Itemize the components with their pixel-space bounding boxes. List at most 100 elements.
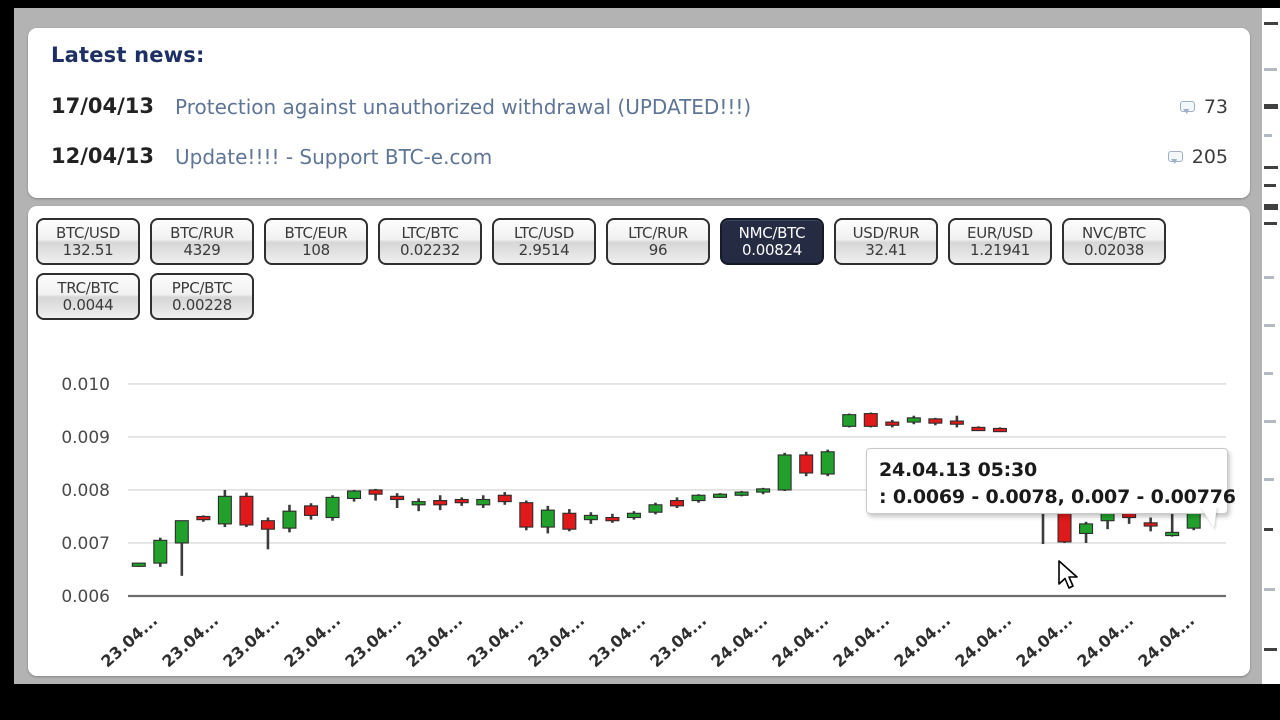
y-axis-tick-label: 0.010 bbox=[61, 375, 110, 395]
pair-button-name: BTC/RUR bbox=[170, 223, 234, 242]
pair-button-name: NMC/BTC bbox=[738, 223, 806, 242]
candle-body bbox=[476, 498, 491, 506]
x-axis-tick-label: 24.04... bbox=[1134, 611, 1198, 668]
candle-body bbox=[562, 512, 577, 530]
pair-button-ltc-rur[interactable]: LTC/RUR 96 bbox=[606, 218, 710, 265]
candle-body bbox=[928, 418, 943, 424]
news-comment-count[interactable]: 73 bbox=[1179, 96, 1228, 118]
pair-button-value: 2.9514 bbox=[518, 240, 570, 259]
candle-body bbox=[390, 495, 405, 501]
pair-button-name: USD/RUR bbox=[852, 223, 920, 242]
page-title: Latest news: bbox=[51, 43, 205, 67]
x-axis-tick-label: 23.04... bbox=[463, 611, 527, 668]
pair-button-value: 132.51 bbox=[62, 240, 114, 259]
candle-body bbox=[842, 414, 857, 427]
candle-body bbox=[519, 502, 534, 528]
tooltip-datetime: 24.04.13 05:30 bbox=[879, 459, 1038, 481]
candle-body bbox=[217, 495, 232, 525]
candle-body bbox=[239, 495, 254, 526]
pair-button-usd-rur[interactable]: USD/RUR 32.41 bbox=[834, 218, 938, 265]
cut-off-sidebar-sliver bbox=[1262, 8, 1280, 684]
candle-body bbox=[885, 421, 900, 426]
candle-body bbox=[454, 498, 469, 504]
candle-body bbox=[411, 501, 426, 506]
pair-button-name: BTC/EUR bbox=[284, 223, 348, 242]
pair-button-name: TRC/BTC bbox=[57, 278, 119, 297]
candle-body bbox=[196, 515, 211, 521]
x-axis-tick-label: 23.04... bbox=[280, 611, 344, 668]
pair-button-btc-eur[interactable]: BTC/EUR 108 bbox=[264, 218, 368, 265]
chart-x-axis-labels: 23.04...23.04...23.04...23.04...23.04...… bbox=[97, 611, 1198, 668]
pair-button-name: LTC/RUR bbox=[628, 223, 688, 242]
candle-body bbox=[347, 490, 362, 499]
pair-button-ltc-usd[interactable]: LTC/USD 2.9514 bbox=[492, 218, 596, 265]
pair-button-name: LTC/BTC bbox=[401, 223, 459, 242]
page-content-column: Latest news: 17/04/13 Protection against… bbox=[14, 8, 1260, 684]
candle-body bbox=[734, 491, 749, 496]
pair-button-name: PPC/BTC bbox=[171, 278, 233, 297]
news-comment-count[interactable]: 205 bbox=[1167, 146, 1228, 168]
news-headline-link[interactable]: Protection against unauthorized withdraw… bbox=[175, 95, 751, 119]
pair-button-nvc-btc[interactable]: NVC/BTC 0.02038 bbox=[1062, 218, 1166, 265]
candle-body bbox=[1143, 522, 1158, 527]
candle-body bbox=[1079, 523, 1094, 534]
screen-root: Latest news: 17/04/13 Protection against… bbox=[0, 0, 1280, 720]
candle-body bbox=[368, 489, 383, 495]
candle-body bbox=[971, 426, 986, 432]
news-headline-link[interactable]: Update!!!! - Support BTC-e.com bbox=[175, 145, 492, 169]
candle-body bbox=[131, 562, 146, 567]
pair-button-value: 108 bbox=[302, 240, 330, 259]
x-axis-tick-label: 23.04... bbox=[585, 611, 649, 668]
candle-body bbox=[303, 505, 319, 516]
x-axis-tick-label: 24.04... bbox=[1012, 611, 1076, 668]
pair-button-ppc-btc[interactable]: PPC/BTC 0.00228 bbox=[150, 273, 254, 320]
latest-news-panel: Latest news: 17/04/13 Protection against… bbox=[28, 28, 1250, 198]
candle-body bbox=[906, 417, 921, 423]
currency-pair-button-bar: BTC/USD 132.51 BTC/RUR 4329 BTC/EUR 108 LTC/BT… bbox=[36, 218, 1242, 320]
pair-button-value: 0.02038 bbox=[1084, 240, 1144, 259]
pair-button-value: 32.41 bbox=[865, 240, 907, 259]
pair-button-btc-rur[interactable]: BTC/RUR 4329 bbox=[150, 218, 254, 265]
candle-body bbox=[282, 510, 297, 529]
candle-body bbox=[669, 500, 685, 507]
news-item-row: 17/04/13 Protection against unauthorized… bbox=[51, 94, 1232, 128]
pair-button-name: NVC/BTC bbox=[1082, 223, 1146, 242]
pair-button-btc-usd[interactable]: BTC/USD 132.51 bbox=[36, 218, 140, 265]
candle-body bbox=[756, 488, 771, 493]
chart-y-axis-labels: 0.010 0.009 0.008 0.007 0.006 bbox=[61, 375, 110, 607]
pair-button-name: BTC/USD bbox=[55, 223, 121, 242]
candle-body bbox=[540, 509, 555, 528]
comment-bubble-icon bbox=[1167, 150, 1183, 164]
candle-body bbox=[713, 493, 728, 498]
market-panel: BTC/USD 132.51 BTC/RUR 4329 BTC/EUR 108 LTC/BT… bbox=[28, 206, 1250, 676]
pair-button-value: 96 bbox=[648, 240, 668, 259]
candle-body bbox=[820, 451, 835, 475]
x-axis-tick-label: 23.04... bbox=[219, 611, 283, 668]
x-axis-tick-label: 24.04... bbox=[951, 611, 1015, 668]
pair-button-name: LTC/USD bbox=[513, 223, 575, 242]
pair-button-value: 1.21941 bbox=[970, 240, 1030, 259]
pair-button-ltc-btc[interactable]: LTC/BTC 0.02232 bbox=[378, 218, 482, 265]
x-axis-tick-label: 23.04... bbox=[402, 611, 466, 668]
x-axis-tick-label: 24.04... bbox=[829, 611, 893, 668]
pair-button-nmc-btc[interactable]: NMC/BTC 0.00824 bbox=[720, 218, 824, 265]
candle-body bbox=[949, 420, 964, 425]
candle-body bbox=[691, 494, 706, 502]
x-axis-tick-label: 24.04... bbox=[1073, 611, 1137, 668]
candle-body bbox=[992, 427, 1007, 433]
y-axis-tick-label: 0.009 bbox=[61, 428, 110, 448]
pair-button-trc-btc[interactable]: TRC/BTC 0.0044 bbox=[36, 273, 140, 320]
tooltip-values: : 0.0069 - 0.0078, 0.007 - 0.00776 bbox=[879, 486, 1236, 508]
candle-body bbox=[777, 454, 792, 491]
news-item-row: 12/04/13 Update!!!! - Support BTC-e.com … bbox=[51, 144, 1232, 178]
candle-body bbox=[497, 494, 512, 503]
news-comment-number: 73 bbox=[1203, 96, 1228, 118]
pair-button-name: EUR/USD bbox=[967, 223, 1033, 242]
x-axis-tick-label: 24.04... bbox=[707, 611, 771, 668]
pair-button-eur-usd[interactable]: EUR/USD 1.21941 bbox=[948, 218, 1052, 265]
candle-body bbox=[174, 520, 189, 544]
x-axis-tick-label: 23.04... bbox=[97, 611, 161, 668]
pair-button-value: 0.00228 bbox=[172, 295, 232, 314]
news-date: 17/04/13 bbox=[51, 94, 155, 118]
candle-body bbox=[153, 539, 168, 564]
